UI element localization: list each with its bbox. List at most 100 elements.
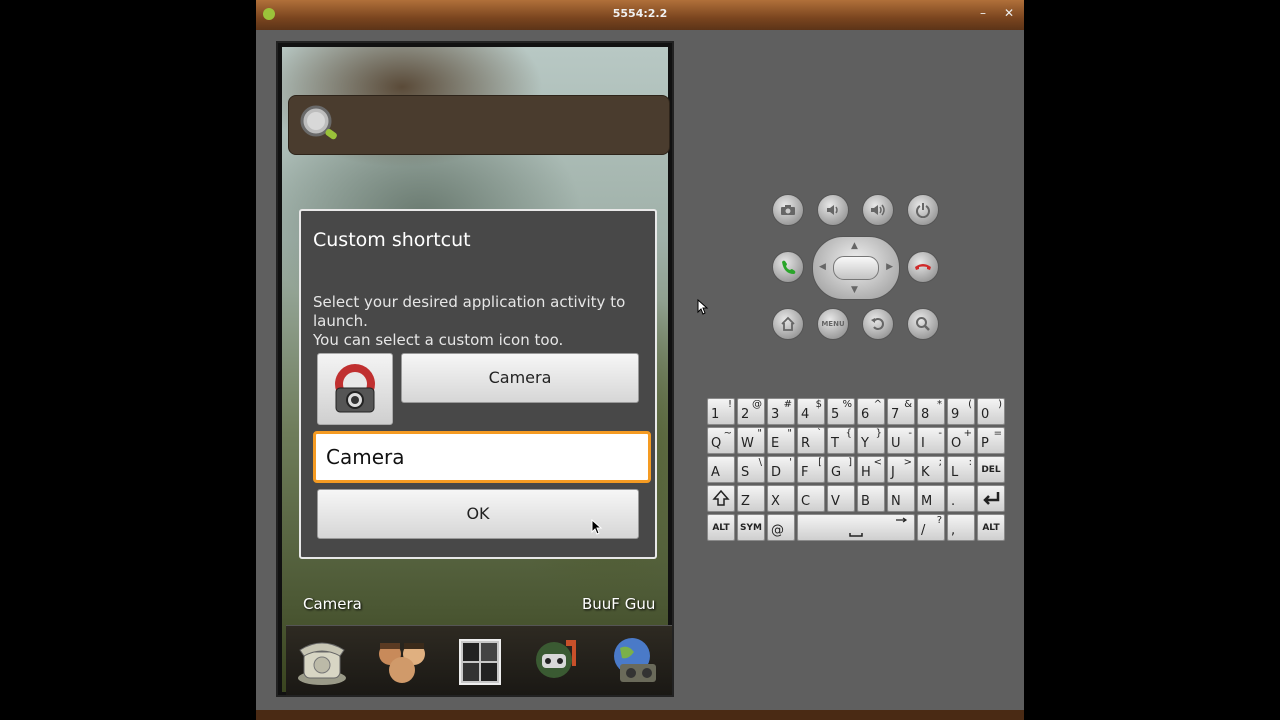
volume-up-icon xyxy=(871,204,885,216)
dock xyxy=(286,625,672,695)
mouse-pointer-icon xyxy=(697,299,709,315)
globe-camera-icon[interactable] xyxy=(606,634,662,688)
shift-key[interactable] xyxy=(707,485,735,512)
key[interactable]: 9( xyxy=(947,398,975,425)
volume-down-icon xyxy=(827,205,838,215)
search-widget[interactable] xyxy=(288,95,670,155)
key[interactable]: V xyxy=(827,485,855,512)
key[interactable]: B xyxy=(857,485,885,512)
end-call-button[interactable] xyxy=(907,251,939,283)
key[interactable]: I- xyxy=(917,427,945,454)
browser-icon[interactable] xyxy=(530,634,586,688)
alt-left-key[interactable]: ALT xyxy=(707,514,735,541)
dpad-center-button[interactable] xyxy=(833,256,879,280)
power-button[interactable] xyxy=(907,194,939,226)
app-drawer-icon[interactable] xyxy=(452,634,508,688)
back-icon xyxy=(871,318,884,330)
key[interactable]: 0) xyxy=(977,398,1005,425)
key[interactable]: L: xyxy=(947,456,975,483)
key[interactable]: Q ~ xyxy=(707,427,735,454)
wallpaper: Camera BuuF Guu Custom shortcut Select y… xyxy=(282,47,672,695)
key[interactable]: 1! xyxy=(707,398,735,425)
emulator-window: 5554:2.2 – ✕ Camera BuuF Guu Custom shor… xyxy=(256,0,1024,720)
end-call-icon xyxy=(915,264,931,270)
alt-right-key[interactable]: ALT xyxy=(977,514,1005,541)
camera-app-icon xyxy=(335,364,375,413)
window-bottom-border xyxy=(256,710,1024,720)
key[interactable]: 2 @ xyxy=(737,398,765,425)
key[interactable]: F[ xyxy=(797,456,825,483)
key[interactable]: N xyxy=(887,485,915,512)
sym-key[interactable]: SYM xyxy=(737,514,765,541)
dpad-up-icon[interactable]: ▲ xyxy=(851,241,858,251)
key[interactable]: M xyxy=(917,485,945,512)
volume-down-button[interactable] xyxy=(817,194,849,226)
delete-key[interactable]: DEL xyxy=(977,456,1005,483)
mouse-pointer-icon xyxy=(591,519,603,535)
desktop-label-buuf[interactable]: BuuF Guu xyxy=(582,595,655,613)
space-key[interactable] xyxy=(797,514,915,541)
dialog-title: Custom shortcut xyxy=(313,229,471,251)
slash-key[interactable]: /? xyxy=(917,514,945,541)
key[interactable]: X xyxy=(767,485,795,512)
title-bar: 5554:2.2 – ✕ xyxy=(256,0,1024,30)
key[interactable]: J > xyxy=(887,456,915,483)
select-activity-button[interactable]: Camera xyxy=(401,353,639,403)
call-button[interactable] xyxy=(772,251,804,283)
power-icon xyxy=(916,203,930,218)
call-icon xyxy=(782,260,796,274)
key[interactable]: . xyxy=(947,485,975,512)
key[interactable]: U- xyxy=(887,427,915,454)
search-icon xyxy=(916,317,930,331)
key[interactable]: 8 * xyxy=(917,398,945,425)
key[interactable]: 3 # xyxy=(767,398,795,425)
shift-icon xyxy=(712,489,730,506)
key[interactable]: S \ xyxy=(737,456,765,483)
home-icon xyxy=(781,316,795,331)
key[interactable]: H < xyxy=(857,456,885,483)
menu-button[interactable]: MENU xyxy=(817,308,849,340)
key[interactable]: R ` xyxy=(797,427,825,454)
key[interactable]: D ' xyxy=(767,456,795,483)
dialog-message-line2: You can select a custom icon too. xyxy=(313,331,564,349)
dialog-message: Select your desired application activity… xyxy=(313,293,643,350)
enter-icon xyxy=(983,492,1000,505)
minimize-button[interactable]: – xyxy=(980,6,986,20)
close-window-button[interactable]: ✕ xyxy=(1004,6,1014,20)
back-button[interactable] xyxy=(862,308,894,340)
shortcut-name-input[interactable]: Camera xyxy=(313,431,651,483)
key[interactable]: W " xyxy=(737,427,765,454)
dpad[interactable]: ▲ ▼ ◀ ▶ xyxy=(812,236,900,300)
key[interactable]: E " xyxy=(767,427,795,454)
key[interactable]: O + xyxy=(947,427,975,454)
volume-up-button[interactable] xyxy=(862,194,894,226)
key[interactable]: Z xyxy=(737,485,765,512)
device-screen: Camera BuuF Guu Custom shortcut Select y… xyxy=(276,41,674,697)
key[interactable]: C xyxy=(797,485,825,512)
key[interactable]: 6 ^ xyxy=(857,398,885,425)
dpad-right-icon[interactable]: ▶ xyxy=(886,262,893,272)
key[interactable]: G] xyxy=(827,456,855,483)
custom-icon-button[interactable] xyxy=(317,353,393,425)
dpad-down-icon[interactable]: ▼ xyxy=(851,285,858,295)
key[interactable]: T{ xyxy=(827,427,855,454)
key[interactable]: K; xyxy=(917,456,945,483)
enter-key[interactable] xyxy=(977,485,1005,512)
key[interactable]: 5% xyxy=(827,398,855,425)
key[interactable]: A xyxy=(707,456,735,483)
key[interactable]: P = xyxy=(977,427,1005,454)
dpad-left-icon[interactable]: ◀ xyxy=(819,262,826,272)
home-button[interactable] xyxy=(772,308,804,340)
camera-button[interactable] xyxy=(772,194,804,226)
magnifier-icon xyxy=(300,105,337,140)
comma-key[interactable]: , xyxy=(947,514,975,541)
at-key[interactable]: @ xyxy=(767,514,795,541)
contacts-icon[interactable] xyxy=(374,634,430,688)
key[interactable]: 7 & xyxy=(887,398,915,425)
search-button[interactable] xyxy=(907,308,939,340)
key[interactable]: 4 $ xyxy=(797,398,825,425)
key[interactable]: Y} xyxy=(857,427,885,454)
desktop-label-camera[interactable]: Camera xyxy=(303,595,362,613)
phone-icon[interactable] xyxy=(294,634,350,688)
space-icon xyxy=(849,517,908,537)
